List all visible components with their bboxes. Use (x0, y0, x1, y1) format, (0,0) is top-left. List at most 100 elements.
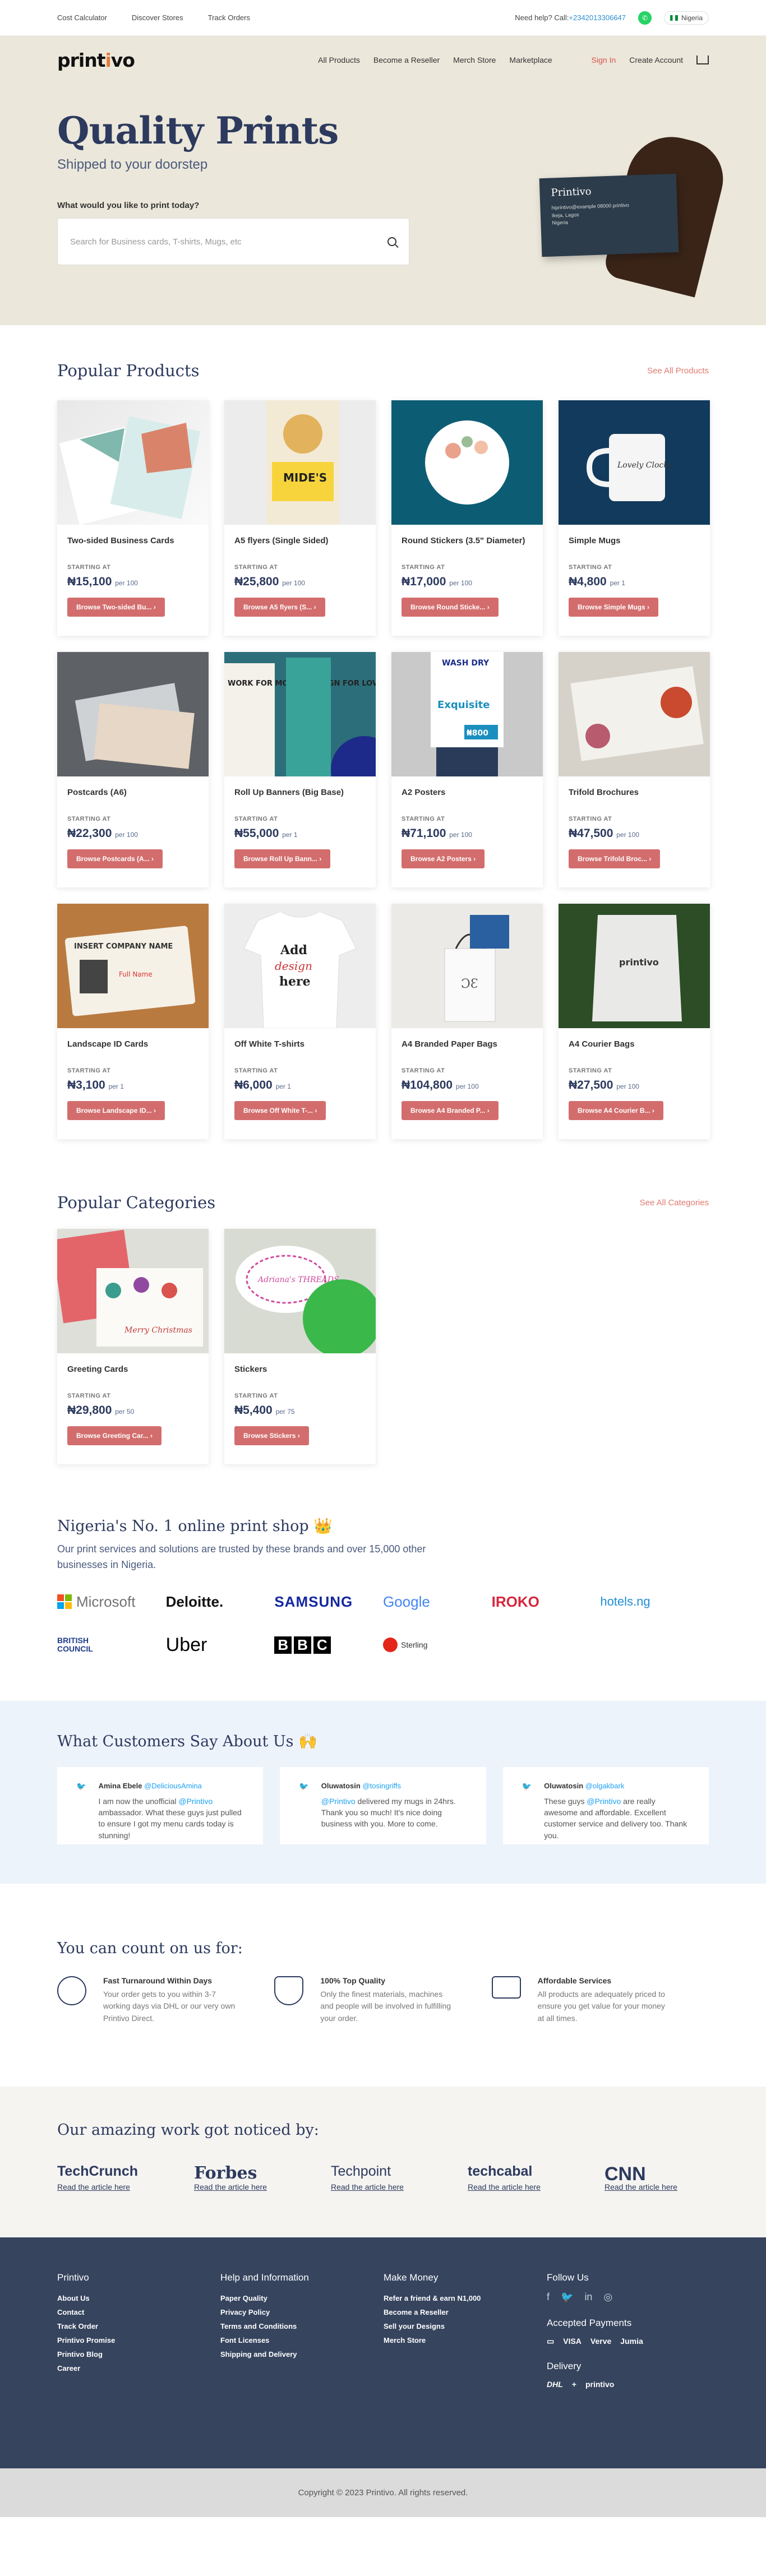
footer-link[interactable]: Career (57, 2361, 220, 2375)
product-card[interactable]: Postcards (A6) STARTING AT ₦22,300 per 100… (57, 652, 209, 887)
product-card[interactable]: ƆƐ A4 Branded Paper Bags STARTING AT ₦104,8… (391, 904, 543, 1139)
nav-merch-store[interactable]: Merch Store (453, 56, 496, 64)
feature-title: 100% Top Quality (320, 1976, 385, 1985)
footer-columns: Printivo About Us Contact Track Order Printi… (57, 2272, 709, 2389)
feature-item: Affordable Services All products are adeq… (491, 1976, 709, 2025)
press-section: Our amazing work got noticed by: TechCru… (0, 2086, 766, 2237)
browse-button[interactable]: Browse Two-sided Bu... › (67, 598, 165, 617)
twitter-icon[interactable]: 🐦 (561, 2291, 573, 2303)
browse-button[interactable]: Browse Roll Up Bann... › (234, 849, 331, 868)
footer-link[interactable]: Paper Quality (220, 2291, 384, 2305)
nav-all-products[interactable]: All Products (318, 56, 360, 64)
product-card[interactable]: WASH DRY Exquisite ₦800 A2 Posters STARTING … (391, 652, 543, 887)
sign-in-link[interactable]: Sign In (592, 56, 616, 64)
twitter-icon[interactable]: 🐦 (522, 1782, 532, 1830)
svg-text:printivo: printivo (619, 957, 659, 968)
product-title: A4 Branded Paper Bags (402, 1039, 497, 1049)
top-links: Cost Calculator Discover Stores Track Or… (57, 13, 250, 22)
printivo-logo[interactable]: printivo (57, 49, 135, 71)
popular-categories-title: Popular Categories (57, 1193, 216, 1212)
footer-link[interactable]: Font Licenses (220, 2333, 384, 2347)
product-title: Roll Up Banners (Big Base) (234, 788, 344, 797)
footer-link[interactable]: Printivo Blog (57, 2347, 220, 2361)
category-card[interactable]: Merry Christmas Greeting Cards STARTING AT… (57, 1229, 209, 1464)
footer-link[interactable]: Printivo Promise (57, 2333, 220, 2347)
hero-illustration: Printivo hiprintivo@example 08000 printi… (524, 127, 732, 298)
footer-link[interactable]: Track Order (57, 2319, 220, 2333)
browse-button[interactable]: Browse A4 Branded P... › (402, 1101, 499, 1120)
press-title: Our amazing work got noticed by: (57, 2121, 319, 2139)
twitter-icon[interactable]: 🐦 (76, 1782, 86, 1830)
nav-become-reseller[interactable]: Become a Reseller (373, 56, 440, 64)
browse-button[interactable]: Browse Landscape ID... › (67, 1101, 165, 1120)
product-image (57, 400, 209, 525)
svg-text:Lovely Clocks: Lovely Clocks (617, 461, 672, 470)
footer-link[interactable]: Contact (57, 2305, 220, 2319)
product-card[interactable]: Two-sided Business Cards STARTING AT ₦15,1… (57, 400, 209, 636)
product-card[interactable]: WORK FOR MONEY, DESIGN FOR LOVE Roll Up B… (224, 652, 376, 887)
discover-stores-link[interactable]: Discover Stores (132, 13, 183, 22)
product-card[interactable]: Add design here Off White T-shirts STARTING … (224, 904, 376, 1139)
browse-button[interactable]: Browse Postcards (A... › (67, 849, 163, 868)
footer-link[interactable]: Shipping and Delivery (220, 2347, 384, 2361)
footer-link[interactable]: Merch Store (384, 2333, 547, 2347)
twitter-handle[interactable]: @olgakbark (585, 1782, 625, 1790)
phone-link[interactable]: +2342013306647 (569, 13, 626, 22)
footer-link[interactable]: Refer a friend & earn N1,000 (384, 2291, 547, 2305)
read-article-link[interactable]: Read the article here (331, 2182, 404, 2191)
see-all-products-link[interactable]: See All Products (647, 366, 709, 376)
product-title: Simple Mugs (569, 536, 621, 545)
nav-marketplace[interactable]: Marketplace (509, 56, 552, 64)
forbes-logo: Forbes (194, 2163, 257, 2183)
footer-link[interactable]: About Us (57, 2291, 220, 2305)
see-all-categories-link[interactable]: See All Categories (640, 1198, 709, 1208)
footer-link[interactable]: Privacy Policy (220, 2305, 384, 2319)
browse-button[interactable]: Browse A2 Posters › (402, 849, 485, 868)
product-card[interactable]: Trifold Brochures STARTING AT ₦47,500 per … (559, 652, 710, 887)
browse-button[interactable]: Browse Trifold Broc... › (569, 849, 661, 868)
browse-button[interactable]: Browse Off White T-... › (234, 1101, 326, 1120)
browse-button[interactable]: Browse Simple Mugs › (569, 598, 659, 617)
browse-button[interactable]: Browse A4 Courier B... › (569, 1101, 663, 1120)
read-article-link[interactable]: Read the article here (605, 2182, 677, 2191)
read-article-link[interactable]: Read the article here (194, 2182, 267, 2191)
product-card[interactable]: MIDE'S A5 flyers (Single Sided) STARTING A… (224, 400, 376, 636)
browse-button[interactable]: Browse Round Sticke... › (402, 598, 499, 617)
read-article-link[interactable]: Read the article here (468, 2182, 541, 2191)
product-image: Add design here (224, 904, 376, 1028)
instagram-icon[interactable]: ◎ (603, 2291, 612, 2303)
product-price: ₦27,500 per 100 (569, 1079, 639, 1092)
footer-link[interactable]: Sell your Designs (384, 2319, 547, 2333)
cost-calculator-link[interactable]: Cost Calculator (57, 13, 107, 22)
browse-button[interactable]: Browse A5 flyers (S... › (234, 598, 325, 617)
country-selector[interactable]: Nigeria (663, 11, 709, 25)
cart-icon[interactable] (696, 56, 709, 64)
product-card[interactable]: printivo A4 Courier Bags STARTING AT ₦27,50… (559, 904, 710, 1139)
twitter-icon[interactable]: 🐦 (299, 1782, 308, 1830)
facebook-icon[interactable]: f (547, 2291, 550, 2303)
svg-text:design: design (275, 959, 312, 973)
create-account-link[interactable]: Create Account (629, 56, 683, 64)
product-card[interactable]: Lovely Clocks Simple Mugs STARTING AT ₦4,80… (559, 400, 710, 636)
twitter-handle[interactable]: @DeliciousAmina (144, 1782, 202, 1790)
footer-link[interactable]: Terms and Conditions (220, 2319, 384, 2333)
top-bar: Cost Calculator Discover Stores Track Or… (0, 0, 766, 36)
product-card[interactable]: INSERT COMPANY NAME Full Name Landscape ID… (57, 904, 209, 1139)
product-card[interactable]: Round Stickers (3.5" Diameter) STARTING A… (391, 400, 543, 636)
read-article-link[interactable]: Read the article here (57, 2182, 130, 2191)
twitter-handle[interactable]: @tosingriffs (362, 1782, 401, 1790)
browse-button[interactable]: Browse Stickers › (234, 1426, 309, 1445)
card-details: hiprintivo@example 08000 printivo Ikeja, … (551, 202, 629, 226)
whatsapp-icon[interactable]: ✆ (638, 11, 652, 25)
track-orders-link[interactable]: Track Orders (208, 13, 250, 22)
browse-button[interactable]: Browse Greeting Car... › (67, 1426, 162, 1445)
testimonial-author: Amina Ebele @DeliciousAmina (98, 1781, 202, 1790)
footer-link[interactable]: Become a Reseller (384, 2305, 547, 2319)
starting-label: STARTING AT (569, 1067, 612, 1074)
product-price: ₦4,800 per 1 (569, 575, 625, 588)
search-input[interactable] (70, 237, 384, 247)
linkedin-icon[interactable]: in (584, 2291, 592, 2303)
category-card[interactable]: Adriana's THREADS Stickers STARTING AT ₦5,4… (224, 1229, 376, 1464)
starting-label: STARTING AT (67, 564, 111, 571)
search-icon[interactable] (387, 237, 396, 246)
